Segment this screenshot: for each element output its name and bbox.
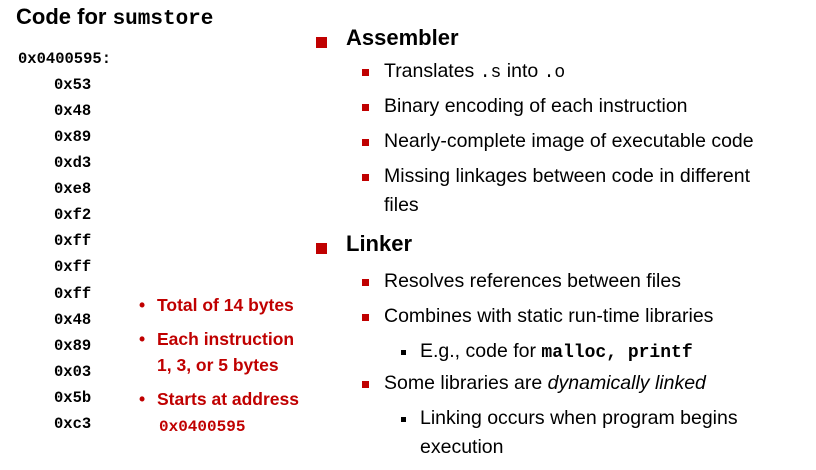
byte-item: 0x89 [54, 337, 92, 355]
into-text: into [501, 60, 544, 82]
note-total-text: Total of 14 bytes [157, 295, 294, 315]
bullet-dot-icon: • [139, 389, 146, 409]
linker-sub-linking: Linking occurs when program begins [420, 407, 738, 429]
note-starts: • Starts at address [139, 389, 300, 410]
byte-item: 0xf2 [54, 206, 92, 224]
assembler-bullet-image: Nearly-complete image of executable code [384, 130, 754, 152]
title-code: sumstore [112, 8, 214, 31]
bullet-dot-icon: • [139, 329, 146, 349]
linker-bullet-dynamic: Some libraries are dynamically linked [384, 372, 706, 395]
byte-item: 0x03 [54, 363, 92, 381]
title-prefix: Code for [16, 4, 113, 29]
linker-heading: Linker [346, 231, 413, 256]
slide-title: Code for sumstore [16, 4, 213, 31]
malloc-printf-code: malloc, printf [541, 343, 693, 363]
note-start-address-code: 0x0400595 [159, 418, 246, 436]
linker-bullet-resolves: Resolves references between files [384, 270, 681, 292]
bullet-dot-icon: • [139, 295, 146, 315]
dot-s-code: .s [479, 63, 502, 83]
square-bullet-icon [316, 37, 327, 48]
note-each: • Each instruction [139, 329, 295, 350]
square-bullet-icon [362, 279, 369, 286]
byte-item: 0xc3 [54, 415, 92, 433]
dynamically-linked-text: dynamically linked [547, 372, 706, 394]
square-bullet-icon [362, 139, 369, 146]
linker-sub-eg: E.g., code for malloc, printf [420, 340, 693, 363]
assembler-bullet-binary: Binary encoding of each instruction [384, 95, 688, 117]
square-bullet-icon [362, 174, 369, 181]
byte-item: 0xff [54, 232, 92, 250]
byte-item: 0xe8 [54, 180, 92, 198]
byte-item: 0x53 [54, 76, 92, 94]
byte-item: 0x89 [54, 128, 92, 146]
some-libraries-text: Some libraries are [384, 372, 548, 394]
note-start-address: 0x0400595 [159, 415, 245, 436]
start-address-label: 0x0400595: [18, 50, 112, 68]
translates-text: Translates [384, 60, 480, 82]
sub-bullet-icon [401, 350, 406, 355]
byte-item: 0x48 [54, 311, 92, 329]
byte-item: 0x5b [54, 389, 92, 407]
eg-text: E.g., code for [420, 340, 542, 362]
sub-bullet-icon [401, 417, 406, 422]
note-each-line1: Each instruction [157, 329, 295, 349]
byte-item: 0xff [54, 285, 92, 303]
square-bullet-icon [316, 243, 327, 254]
note-starts-text: Starts at address [157, 389, 300, 409]
square-bullet-icon [362, 69, 369, 76]
assembler-bullet-missing-line2: files [384, 194, 419, 216]
linker-bullet-combines: Combines with static run-time libraries [384, 305, 714, 327]
assembler-bullet-missing: Missing linkages between code in differe… [384, 165, 751, 187]
byte-item: 0x48 [54, 102, 92, 120]
assembler-bullet-translates: Translates .s into .o [384, 60, 565, 83]
byte-item: 0xff [54, 258, 92, 276]
byte-item: 0xd3 [54, 154, 92, 172]
square-bullet-icon [362, 381, 369, 388]
square-bullet-icon [362, 104, 369, 111]
dot-o-code: .o [543, 63, 566, 83]
linker-sub-linking-line2: execution [420, 436, 504, 458]
assembler-heading: Assembler [346, 25, 459, 50]
note-total: • Total of 14 bytes [139, 295, 294, 316]
note-each-line2: 1, 3, or 5 bytes [157, 355, 279, 375]
square-bullet-icon [362, 314, 369, 321]
